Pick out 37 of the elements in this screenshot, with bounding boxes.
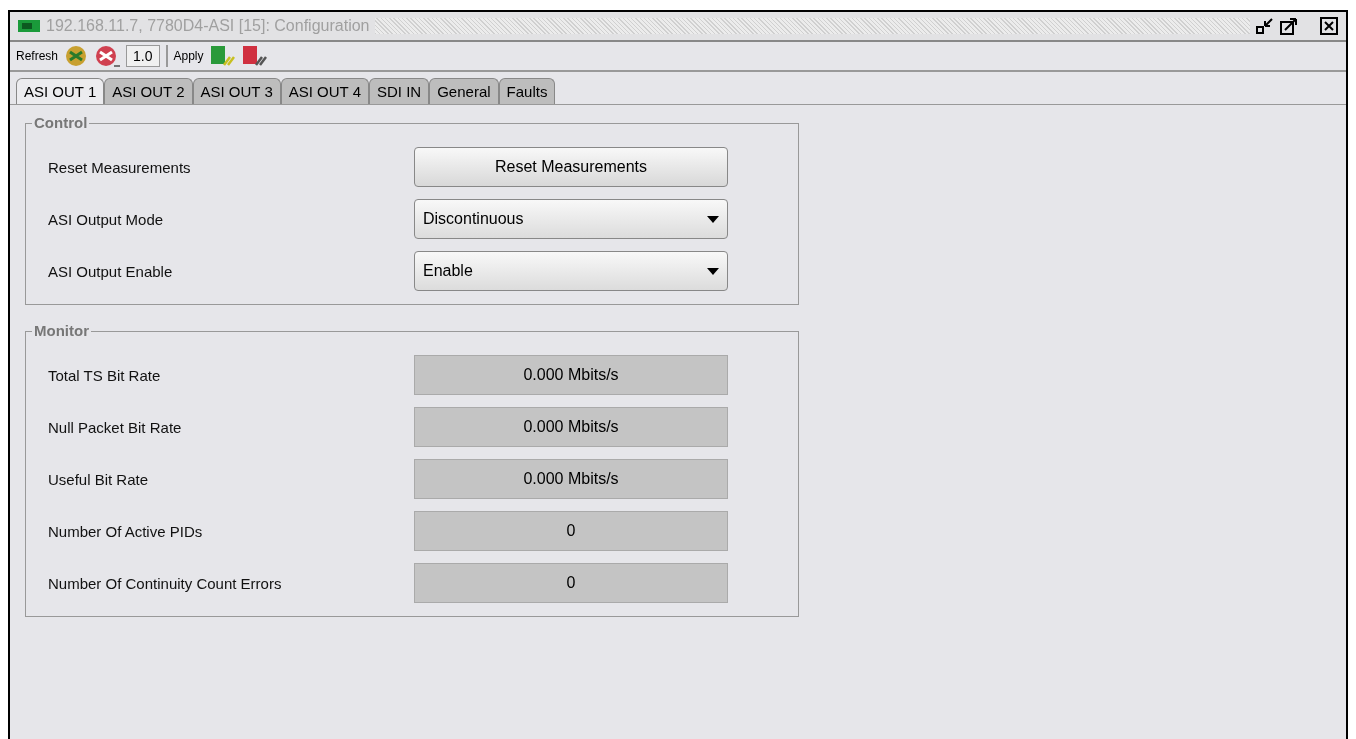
tab[interactable]: ASI OUT 2 [104,78,193,104]
dropdown[interactable]: Enable [414,251,728,291]
apply-icon[interactable] [209,45,236,67]
close-icon[interactable] [1320,17,1338,35]
tab[interactable]: ASI OUT 1 [16,78,105,104]
field-label: Number Of Continuity Count Errors [48,574,283,592]
field-label: Useful Bit Rate [48,470,150,488]
field-label: Total TS Bit Rate [48,366,162,384]
caret-icon [707,267,719,275]
field-label: Reset Measurements [48,158,192,176]
minimize-icon[interactable] [1256,17,1274,35]
caret-icon [707,215,719,223]
group-title: Control [32,114,90,131]
tab[interactable]: ASI OUT 3 [192,78,281,104]
field-label: Number Of Active PIDs [48,522,204,540]
reset-button[interactable]: Reset Measurements [414,147,728,187]
readout-field: 0.000 Mbits/s [414,407,728,447]
tab[interactable]: Faults [498,78,556,104]
apply-label: Apply [173,49,204,63]
maximize-icon[interactable] [1280,17,1298,35]
cancel-apply-icon[interactable] [241,45,268,67]
readout-field: 0 [414,563,728,603]
card-icon [18,20,40,32]
window-title: 192.168.11.7, 7780D4-ASI [15]: Configuration [46,17,370,35]
tab[interactable]: SDI IN [369,78,430,104]
dropdown[interactable]: Discontinuous [414,199,728,239]
tab[interactable]: General [429,78,499,104]
refresh-label: Refresh [16,49,59,63]
interval-field[interactable]: 1.0 [126,45,160,67]
readout-field: 0.000 Mbits/s [414,459,728,499]
group-title: Monitor [32,322,91,339]
readout-field: 0 [414,511,728,551]
field-label: ASI Output Mode [48,210,165,228]
readout-field: 0.000 Mbits/s [414,355,728,395]
field-label: Null Packet Bit Rate [48,418,183,436]
tab[interactable]: ASI OUT 4 [280,78,369,104]
field-label: ASI Output Enable [48,262,174,280]
